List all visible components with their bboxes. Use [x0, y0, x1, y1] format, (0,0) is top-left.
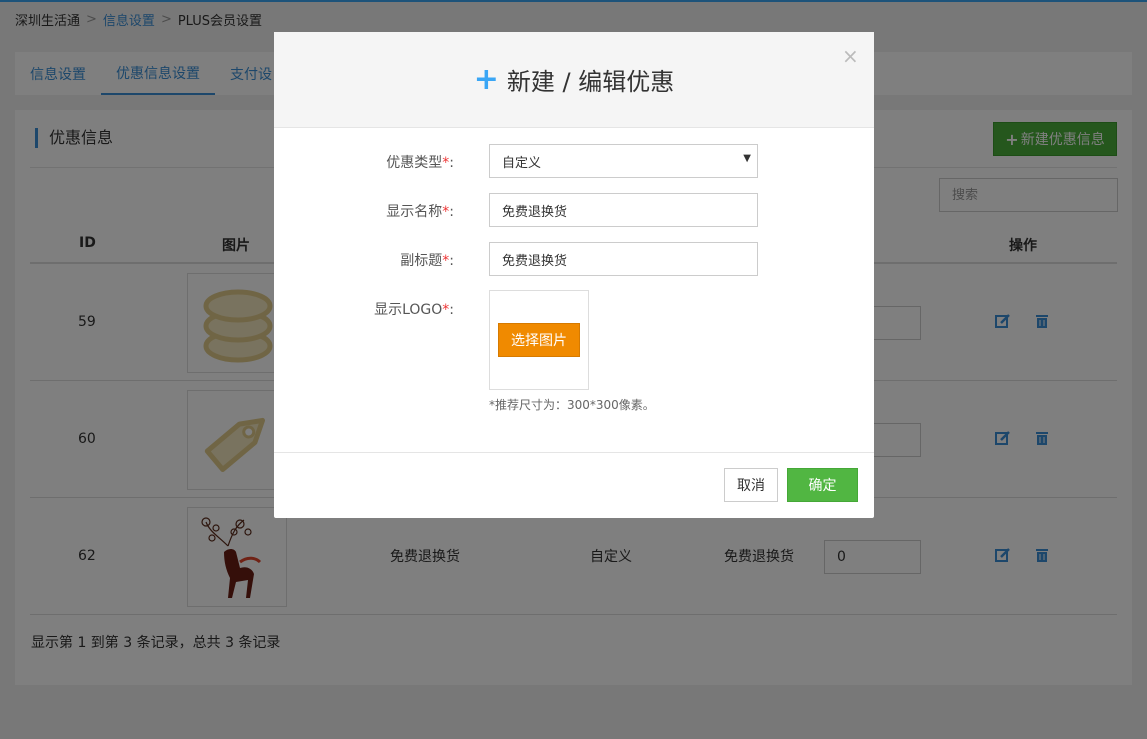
type-select-value: 自定义 — [502, 155, 542, 171]
type-select[interactable]: 自定义 ▼ — [489, 144, 758, 178]
type-label: 优惠类型*: — [386, 155, 454, 171]
modal-title-text: 新建 / 编辑优惠 — [506, 68, 675, 96]
confirm-button[interactable]: 确定 — [787, 468, 858, 502]
logo-upload-box: 选择图片 — [489, 290, 589, 390]
divider — [274, 452, 874, 453]
choose-image-button[interactable]: 选择图片 — [498, 323, 580, 357]
subtitle-field[interactable]: 免费退换货 — [489, 242, 758, 276]
name-label: 显示名称*: — [386, 204, 454, 220]
modal-header: + 新建 / 编辑优惠 — [274, 32, 874, 128]
subtitle-label: 副标题*: — [400, 253, 454, 269]
caret-down-icon: ▼ — [743, 153, 751, 164]
size-hint: *推荐尺寸为：300*300像素。 — [489, 398, 655, 412]
logo-label: 显示LOGO*: — [374, 302, 454, 318]
close-icon[interactable]: × — [842, 44, 859, 68]
modal-title: + 新建 / 编辑优惠 — [474, 62, 674, 97]
edit-discount-modal: + 新建 / 编辑优惠 × 优惠类型*: 自定义 ▼ 显示名称*: 免费退换货 … — [274, 32, 874, 518]
cancel-button[interactable]: 取消 — [724, 468, 778, 502]
name-field[interactable]: 免费退换货 — [489, 193, 758, 227]
plus-icon: + — [473, 61, 499, 97]
